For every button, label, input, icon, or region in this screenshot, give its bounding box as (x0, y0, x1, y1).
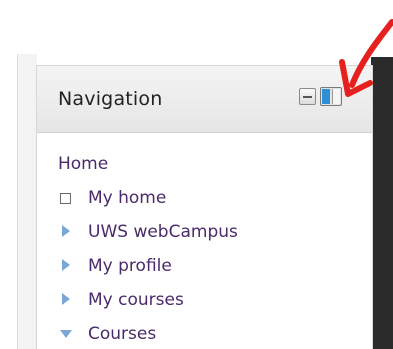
square-icon (60, 193, 71, 204)
nav-tree: Home My home UWS webCampus My profile My… (58, 151, 358, 349)
triangle-down-icon[interactable] (60, 330, 72, 338)
block-title: Navigation (58, 88, 163, 110)
nav-item-courses-label[interactable]: Courses (88, 324, 156, 344)
page-left-margin (17, 54, 37, 349)
nav-item-home[interactable]: Home (58, 151, 358, 185)
minus-icon[interactable] (299, 88, 316, 105)
nav-item-my-home-label[interactable]: My home (88, 188, 166, 208)
annotation-arrow-shaft (349, 19, 393, 88)
nav-item-my-courses-label[interactable]: My courses (88, 290, 184, 310)
triangle-right-icon[interactable] (62, 259, 70, 271)
nav-item-my-courses[interactable]: My courses (58, 287, 358, 321)
nav-item-my-home[interactable]: My home (58, 185, 358, 219)
nav-item-uws-webcampus[interactable]: UWS webCampus (58, 219, 358, 253)
triangle-right-icon[interactable] (62, 225, 70, 237)
nav-item-courses[interactable]: Courses (58, 321, 358, 349)
nav-item-my-profile-label[interactable]: My profile (88, 256, 172, 276)
screenshot-stage: Navigation Home My home UWS webCampus My… (0, 0, 393, 349)
navigation-block: Navigation Home My home UWS webCampus My… (36, 65, 373, 349)
dock-icon-active-pane (322, 89, 330, 104)
nav-item-home-label[interactable]: Home (58, 154, 108, 174)
triangle-right-icon[interactable] (62, 293, 70, 305)
block-header: Navigation (37, 65, 372, 133)
nav-item-my-profile[interactable]: My profile (58, 253, 358, 287)
nav-item-uws-webcampus-label[interactable]: UWS webCampus (88, 222, 238, 242)
red-arrow-annotation (339, 19, 393, 97)
